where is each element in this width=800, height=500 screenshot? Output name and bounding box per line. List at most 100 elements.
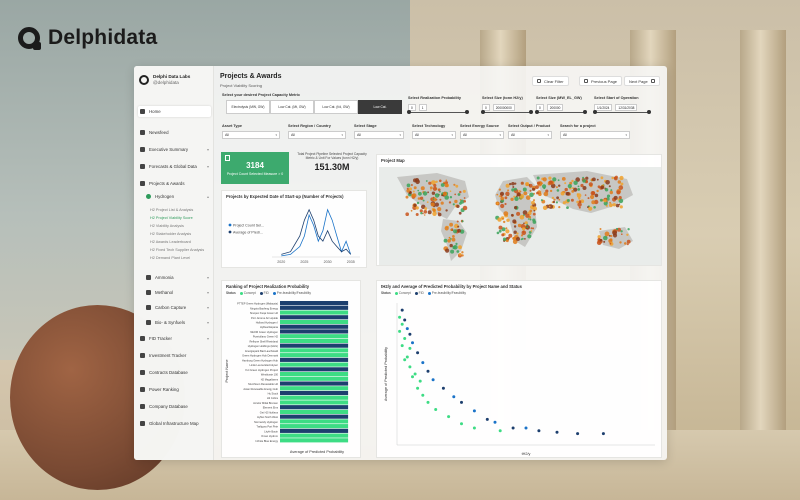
chevron-up-icon: ▴ bbox=[206, 194, 209, 199]
map-project-marker bbox=[458, 211, 462, 215]
sidebar-subitem[interactable]: H2 Fixed Tech Supplier Analysis bbox=[150, 248, 204, 252]
bar-category-label: Ningxia Baofeng Energy bbox=[250, 306, 279, 310]
map-project-marker bbox=[449, 222, 453, 227]
sidebar-item-newsfeed[interactable]: Newsfeed bbox=[138, 127, 211, 138]
bar-category-label: Holland Hydrogen I bbox=[256, 320, 278, 324]
sidebar-item-hydrogen[interactable]: Hydrogen ▴ bbox=[144, 191, 211, 202]
sidebar-subitem[interactable]: H2 Project List & Analysis bbox=[150, 208, 193, 212]
bar-category-label: Oman Hydrom bbox=[261, 434, 278, 438]
sidebar-item-contracts-database[interactable]: Contracts Database bbox=[138, 367, 211, 378]
slider-handle[interactable] bbox=[407, 110, 411, 114]
scatter-point bbox=[403, 337, 407, 340]
sidebar-subitem[interactable]: H2 Viability Analysis bbox=[150, 224, 184, 228]
bar bbox=[280, 319, 349, 325]
map-project-marker bbox=[505, 191, 510, 196]
map-project-marker bbox=[434, 193, 440, 198]
previous-page-button[interactable]: Previous Page bbox=[579, 76, 623, 86]
next-page-button[interactable]: Next Page bbox=[624, 76, 660, 86]
asset-type-dropdown[interactable]: All ▾ bbox=[222, 131, 280, 139]
map-project-marker bbox=[535, 185, 539, 189]
search-input[interactable]: All ▾ bbox=[560, 131, 630, 139]
sidebar-subitem[interactable]: H2 Stakeholder Analysis bbox=[150, 232, 191, 236]
slider-handle[interactable] bbox=[535, 110, 539, 114]
map-project-marker bbox=[498, 195, 501, 198]
size-h2-slider[interactable]: 0 200000000 bbox=[481, 104, 533, 115]
metric-option[interactable]: Electrolysis (MW, GW) bbox=[226, 100, 270, 114]
sidebar-item-infrastructure-map[interactable]: Global Infrastructure Map bbox=[138, 418, 211, 429]
map-project-marker bbox=[458, 253, 462, 256]
slider-handle[interactable] bbox=[583, 110, 587, 114]
bar bbox=[280, 376, 349, 381]
slider-handle[interactable] bbox=[465, 110, 469, 114]
sidebar-item-power-ranking[interactable]: Power Ranking bbox=[138, 384, 211, 395]
sidebar-item-projects-awards[interactable]: Projects & Awards bbox=[138, 178, 211, 189]
slider-handle[interactable] bbox=[481, 110, 485, 114]
chevron-down-icon: ▾ bbox=[206, 147, 209, 152]
map-project-marker bbox=[523, 191, 528, 196]
map-project-marker bbox=[456, 250, 460, 253]
sidebar-item-fid-tracker[interactable]: FID Tracker ▾ bbox=[138, 333, 211, 344]
x-tick-label: 2020 bbox=[277, 260, 285, 264]
sidebar-item-company-database[interactable]: Company Database bbox=[138, 401, 211, 412]
map-project-marker bbox=[496, 231, 500, 235]
map-project-marker bbox=[612, 230, 617, 236]
sidebar-item-forecasts[interactable]: Forecasts & Global Data ▾ bbox=[138, 161, 211, 172]
project-map[interactable] bbox=[377, 155, 663, 267]
output-dropdown[interactable]: All ▾ bbox=[508, 131, 552, 139]
map-project-marker bbox=[440, 201, 444, 205]
sidebar-item-methanol[interactable]: Methanol ▾ bbox=[144, 287, 211, 298]
sidebar-subitem-active[interactable]: H2 Project Viability Score bbox=[150, 216, 193, 220]
newsfeed-icon bbox=[140, 130, 145, 135]
map-project-marker bbox=[564, 187, 568, 192]
scatter-point bbox=[452, 395, 456, 399]
map-project-marker bbox=[564, 182, 567, 185]
chevron-down-icon: ▾ bbox=[451, 133, 453, 137]
main-content: Projects & Awards Project Viability Scor… bbox=[216, 66, 667, 460]
slider-handle[interactable] bbox=[647, 110, 651, 114]
map-project-marker bbox=[577, 202, 582, 207]
sidebar-item-home[interactable]: Home bbox=[138, 106, 211, 117]
slider-handle[interactable] bbox=[593, 110, 597, 114]
size-mw-slider[interactable]: 0 200000 bbox=[535, 104, 587, 115]
investment-icon bbox=[140, 353, 145, 358]
metric-label: Select your desired Project Capacity Met… bbox=[222, 93, 301, 97]
stage-dropdown[interactable]: All ▾ bbox=[354, 131, 404, 139]
technology-dropdown[interactable]: All ▾ bbox=[412, 131, 456, 139]
metric-option-selected[interactable]: Low Cat. bbox=[358, 100, 402, 114]
bar-category-label: Infinite Blue Energy bbox=[256, 439, 279, 443]
map-project-marker bbox=[514, 182, 517, 185]
energy-source-dropdown[interactable]: All ▾ bbox=[460, 131, 504, 139]
map-project-marker bbox=[498, 188, 501, 191]
clear-filter-button[interactable]: Clear Filter bbox=[532, 76, 569, 86]
map-project-marker bbox=[445, 209, 448, 212]
region-dropdown[interactable]: All ▾ bbox=[288, 131, 346, 139]
project-count-card: 3184 Project Count Selected Measure > 0 bbox=[221, 152, 289, 184]
sidebar-subitem[interactable]: H2 Awards Leaderboard bbox=[150, 240, 191, 244]
metric-option[interactable]: Low Cat. (t/d, GW) bbox=[314, 100, 358, 114]
scatter-point bbox=[431, 378, 435, 382]
map-project-marker bbox=[450, 228, 453, 231]
sidebar-item-investment-tracker[interactable]: Investment Tracker bbox=[138, 350, 211, 361]
start-op-slider[interactable]: 1/1/2024 12/31/2038 bbox=[593, 104, 651, 115]
map-project-marker bbox=[592, 177, 596, 182]
map-project-marker bbox=[437, 188, 441, 192]
map-project-marker bbox=[524, 221, 528, 225]
slider-handle[interactable] bbox=[529, 110, 533, 114]
sidebar-item-ammonia[interactable]: Ammonia ▾ bbox=[144, 272, 211, 283]
map-project-marker bbox=[501, 233, 505, 237]
sidebar-item-executive-summary[interactable]: Executive Summary ▾ bbox=[138, 144, 211, 155]
bar-category-label: HyDeal Espana bbox=[260, 325, 279, 329]
project-count-label: Project Count Selected Measure > 0 bbox=[226, 171, 284, 176]
metric-option[interactable]: Low Cat. (Mt, GW) bbox=[270, 100, 314, 114]
map-project-marker bbox=[412, 190, 415, 193]
realization-slider[interactable]: 01 bbox=[407, 104, 469, 115]
map-project-marker bbox=[551, 196, 555, 200]
legend-label: Project Count Sel... bbox=[233, 223, 264, 227]
map-project-marker bbox=[605, 180, 610, 185]
map-project-marker bbox=[514, 196, 519, 201]
map-project-marker bbox=[591, 200, 596, 205]
sidebar-subitem[interactable]: H2 Demand Plant Level bbox=[150, 256, 190, 260]
map-project-marker bbox=[529, 209, 533, 213]
sidebar-item-bio-synfuels[interactable]: Bio- & Synfuels ▾ bbox=[144, 317, 211, 328]
sidebar-item-carbon-capture[interactable]: Carbon Capture ▾ bbox=[144, 302, 211, 313]
